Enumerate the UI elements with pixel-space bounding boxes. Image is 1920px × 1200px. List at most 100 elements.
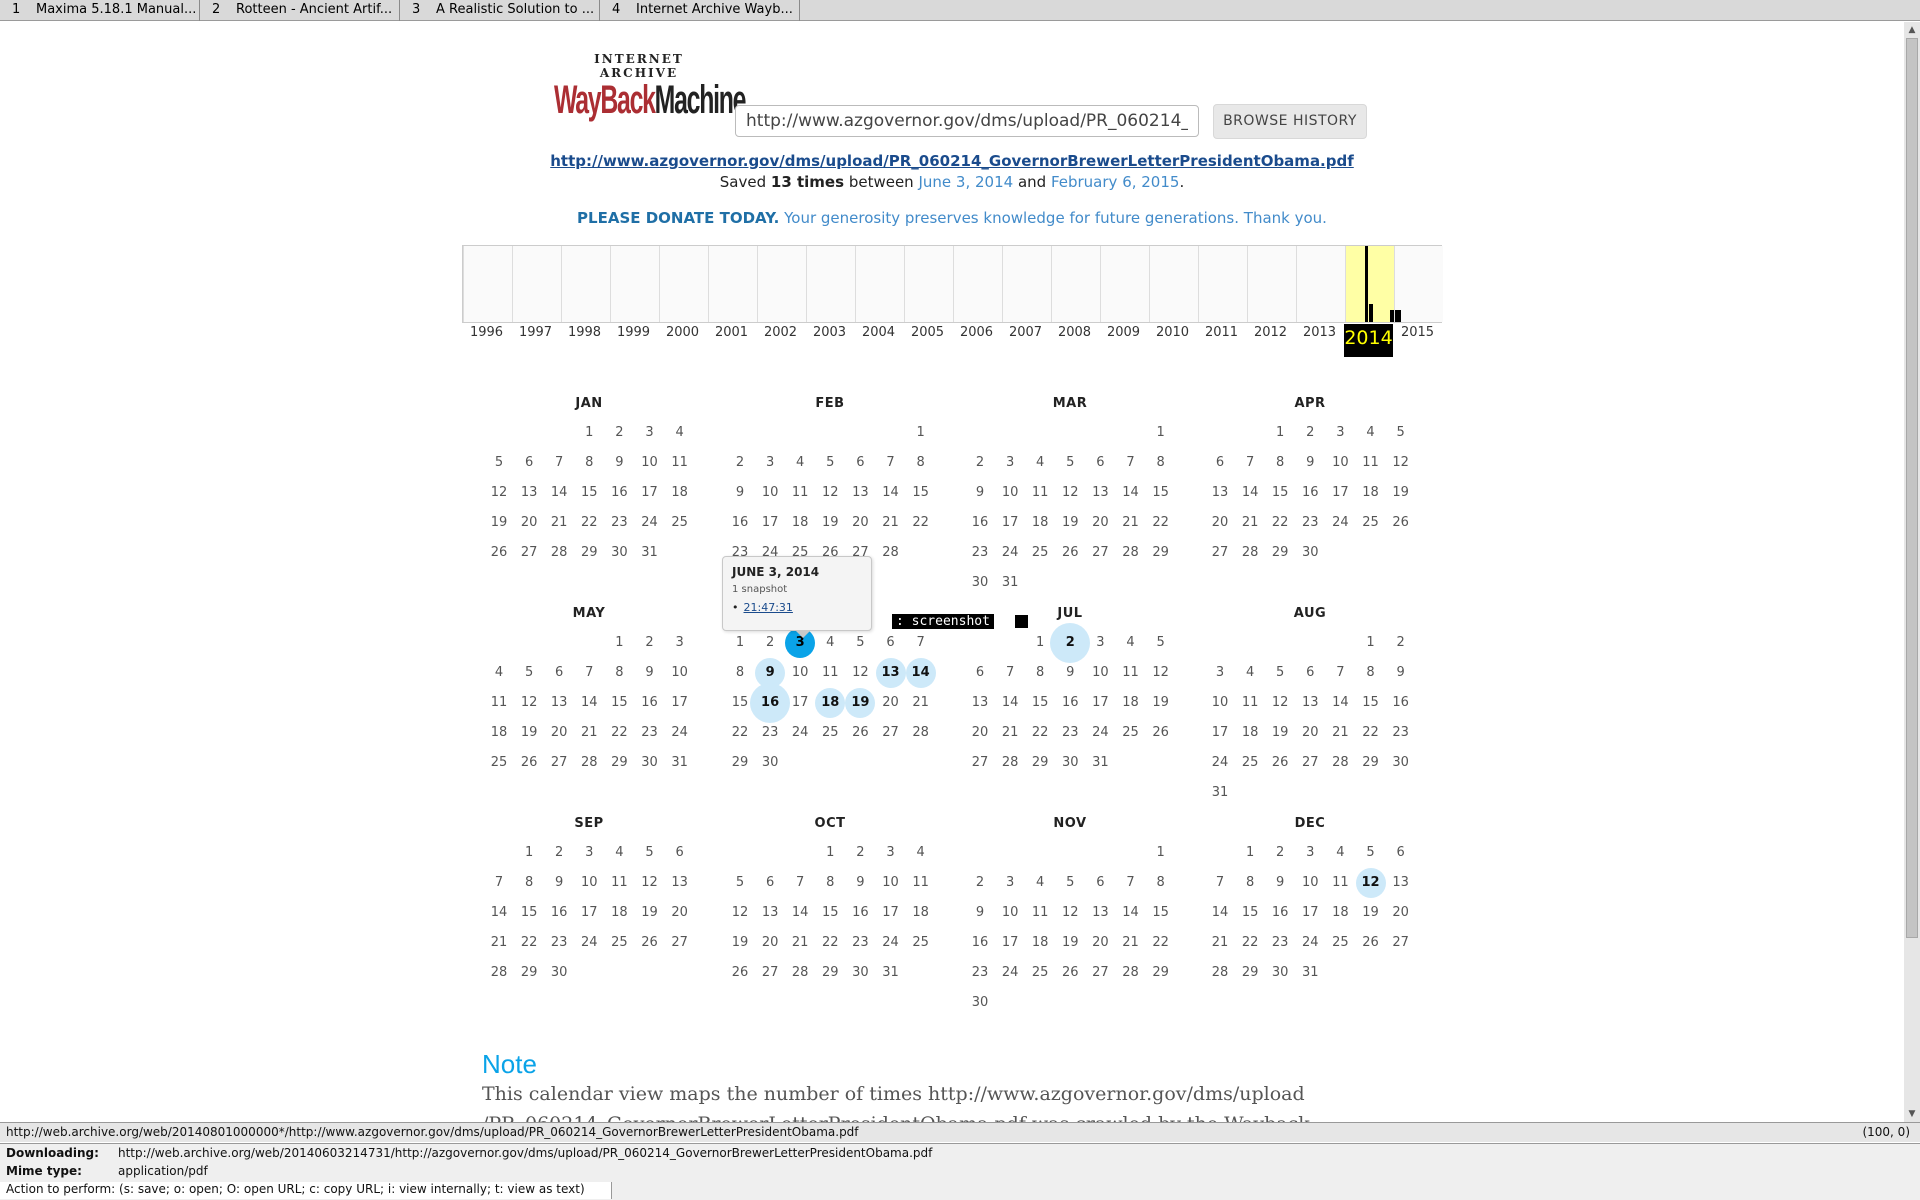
archived-page-url-link[interactable]: http://www.azgovernor.gov/dms/upload/PR_… [0,152,1904,170]
calendar-day-snapshot[interactable]: 14 [905,658,936,688]
year-label-2010[interactable]: 2010 [1148,325,1197,340]
calendar-day: 18 [671,485,688,500]
year-label-2001[interactable]: 2001 [707,325,756,340]
year-column-1996[interactable] [463,246,512,322]
year-column-2012[interactable] [1247,246,1296,322]
calendar-day: 14 [490,905,508,920]
year-label-2003[interactable]: 2003 [805,325,854,340]
year-label-1999[interactable]: 1999 [609,325,658,340]
browser-tab-1[interactable]: 1 Maxima 5.18.1 Manual... [0,0,200,21]
year-column-2001[interactable] [708,246,757,322]
year-column-2002[interactable] [757,246,806,322]
year-column-2000[interactable] [659,246,708,322]
scrollbar-thumb[interactable] [1906,38,1918,938]
year-label-2012[interactable]: 2012 [1246,325,1295,340]
calendar-day-snapshot[interactable]: 13 [875,658,906,688]
popup-snapshot-time[interactable]: 21:47:31 [744,601,793,614]
status-hover-url: http://web.archive.org/web/2014080100000… [6,1125,859,1139]
calendar-day-snapshot[interactable]: 12 [1355,868,1386,898]
calendar-day: 26 [1152,725,1169,740]
calendar-day: 24 [1302,935,1319,950]
year-label-1998[interactable]: 1998 [560,325,609,340]
calendar-day: 8 [524,875,534,890]
year-column-2003[interactable] [806,246,855,322]
year-column-2010[interactable] [1149,246,1198,322]
calendar-day: 21 [550,515,568,530]
calendar-day: 11 [1241,695,1259,710]
vertical-scrollbar[interactable]: ▲ ▼ [1904,22,1920,1122]
scroll-up-arrow-icon[interactable]: ▲ [1904,22,1920,38]
calendar-day: 16 [971,935,989,950]
scroll-down-arrow-icon[interactable]: ▼ [1904,1106,1920,1122]
first-capture-link[interactable]: June 3, 2014 [918,173,1013,191]
year-column-2007[interactable] [1002,246,1051,322]
year-column-2011[interactable] [1198,246,1247,322]
year-column-2013[interactable] [1296,246,1345,322]
year-label-1997[interactable]: 1997 [511,325,560,340]
calendar-day-snapshot[interactable]: 19 [845,688,876,718]
year-column-2006[interactable] [953,246,1002,322]
logo-wayback-machine-text: WayBackMachine [554,78,746,122]
year-label-2011[interactable]: 2011 [1197,325,1246,340]
calendar-day: 18 [791,515,809,530]
calendar-day: 9 [645,665,654,680]
year-column-2015[interactable] [1394,246,1443,322]
calendar-day: 20 [1092,515,1109,530]
calendar-day: 16 [971,515,989,530]
browser-tab-3[interactable]: 3 A Realistic Solution to ... [400,0,600,21]
browser-tab-2[interactable]: 2 Rotteen - Ancient Artif... [200,0,400,21]
year-label-2008[interactable]: 2008 [1050,325,1099,340]
year-label-2015[interactable]: 2015 [1393,325,1442,340]
donate-banner[interactable]: PLEASE DONATE TODAY. Your generosity pre… [0,209,1904,227]
wayback-logo[interactable]: INTERNET ARCHIVE WayBackMachine [554,52,746,142]
calendar-day-snapshot[interactable]: 16 [750,683,791,723]
year-label-2002[interactable]: 2002 [756,325,805,340]
calendar-day: 12 [641,875,658,890]
calendar-day-snapshot[interactable]: 2 [1050,623,1091,663]
year-label-2014[interactable]: 2014 [1344,324,1393,357]
calendar-day: 28 [791,965,809,980]
year-column-2005[interactable] [904,246,953,322]
year-label-2000[interactable]: 2000 [658,325,707,340]
browse-history-button[interactable]: BROWSE HISTORY [1213,104,1367,139]
calendar-day: 15 [912,485,929,500]
calendar-day: 22 [611,725,628,740]
calendar-day: 24 [882,935,899,950]
year-label-2005[interactable]: 2005 [903,325,952,340]
year-label-2004[interactable]: 2004 [854,325,903,340]
tab-title: Rotteen - Ancient Artif... [236,2,393,17]
spark-bar-2014-dec [1390,310,1394,322]
calendar-day: 30 [761,755,779,770]
year-label-2009[interactable]: 2009 [1099,325,1148,340]
calendar-day: 13 [1211,485,1229,500]
calendar-day: 12 [1271,695,1289,710]
action-prompt-input[interactable]: Action to perform: (s: save; o: open; O:… [0,1182,612,1199]
url-search-input[interactable] [735,105,1199,137]
popup-snapshot-link[interactable]: • 21:47:31 [732,601,862,614]
calendar-day: 2 [1396,635,1405,650]
year-label-2007[interactable]: 2007 [1001,325,1050,340]
calendar-day: 14 [1332,695,1349,710]
year-column-2009[interactable] [1100,246,1149,322]
browser-tab-4[interactable]: 4 Internet Archive Wayb... [600,0,800,21]
calendar-day: 1 [524,845,534,860]
calendar-day: 15 [611,695,628,710]
calendar-day: 23 [550,935,568,950]
year-sparkline[interactable] [462,245,1443,323]
year-column-1998[interactable] [561,246,610,322]
year-column-1997[interactable] [512,246,561,322]
year-column-2004[interactable] [855,246,904,322]
year-column-1999[interactable] [610,246,659,322]
calendar-day-snapshot[interactable]: 18 [815,688,846,718]
year-label-2006[interactable]: 2006 [952,325,1001,340]
last-capture-link[interactable]: February 6, 2015 [1051,173,1180,191]
page-viewport: INTERNET ARCHIVE WayBackMachine BROWSE H… [0,22,1904,1122]
year-label-2013[interactable]: 2013 [1295,325,1344,340]
calendar-day: 10 [882,875,899,890]
year-column-2008[interactable] [1051,246,1100,322]
year-label-1996[interactable]: 1996 [462,325,511,340]
calendar-day: 1 [615,635,624,650]
calendar-day: 7 [1245,455,1255,470]
calendar-day: 19 [1152,695,1169,710]
calendar-day: 22 [912,515,929,530]
